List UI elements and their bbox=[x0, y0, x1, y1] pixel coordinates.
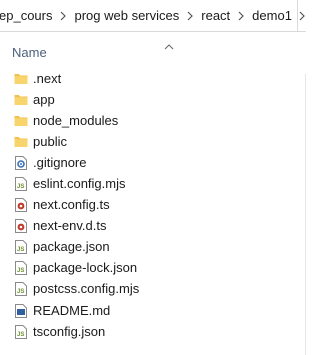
json-file-icon: JS bbox=[14, 324, 28, 339]
file-explorer-window: ep_cours prog web services react demo1 N… bbox=[0, 0, 306, 355]
file-row[interactable]: .gitignore bbox=[0, 152, 306, 173]
file-name: tsconfig.json bbox=[33, 323, 106, 339]
breadcrumb-item[interactable]: prog web services bbox=[72, 8, 181, 23]
folder-icon bbox=[14, 114, 28, 128]
file-row[interactable]: JS eslint.config.mjs bbox=[0, 173, 306, 194]
file-row[interactable]: app bbox=[0, 89, 306, 110]
file-name: eslint.config.mjs bbox=[33, 176, 126, 192]
file-name: next.config.ts bbox=[33, 197, 110, 213]
json-file-icon: JS bbox=[14, 240, 28, 255]
svg-text:JS: JS bbox=[17, 332, 24, 338]
file-row[interactable]: next.config.ts bbox=[0, 195, 306, 216]
ts-file-icon bbox=[14, 219, 28, 234]
file-row[interactable]: JS postcss.config.mjs bbox=[0, 279, 306, 300]
file-name: README.md bbox=[33, 302, 111, 318]
file-name: .next bbox=[33, 70, 62, 86]
file-name: public bbox=[33, 133, 67, 149]
file-row[interactable]: JS tsconfig.json bbox=[0, 321, 306, 342]
pane-divider bbox=[305, 74, 306, 355]
file-name: node_modules bbox=[33, 112, 119, 128]
address-bar-divider bbox=[297, 0, 306, 31]
file-row[interactable]: JS package.json bbox=[0, 237, 306, 258]
folder-icon bbox=[14, 72, 28, 86]
gear-file-icon bbox=[14, 155, 28, 170]
file-row[interactable]: JS package-lock.json bbox=[0, 258, 306, 279]
js-file-icon: JS bbox=[14, 177, 28, 192]
file-name: postcss.config.mjs bbox=[33, 281, 140, 297]
name-column-header[interactable]: Name bbox=[12, 45, 47, 60]
svg-text:JS: JS bbox=[17, 247, 24, 253]
file-list: .next app node_modulespublic .gitignore JS es… bbox=[0, 68, 306, 342]
breadcrumb-item[interactable]: ep_cours bbox=[0, 8, 54, 23]
markdown-file-icon bbox=[14, 303, 28, 318]
breadcrumb-item[interactable]: react bbox=[199, 8, 232, 23]
file-row[interactable]: .next bbox=[0, 68, 306, 89]
svg-text:JS: JS bbox=[17, 268, 24, 274]
file-name: .gitignore bbox=[33, 154, 87, 170]
file-name: app bbox=[33, 91, 55, 107]
file-row[interactable]: node_modules bbox=[0, 110, 306, 131]
breadcrumb-item[interactable]: demo1 bbox=[250, 8, 294, 23]
svg-text:JS: JS bbox=[17, 289, 24, 295]
file-name: package.json bbox=[33, 239, 110, 255]
file-row[interactable]: public bbox=[0, 131, 306, 152]
chevron-right-icon[interactable] bbox=[181, 9, 199, 23]
svg-text:JS: JS bbox=[17, 184, 24, 190]
ts-file-icon bbox=[14, 198, 28, 213]
json-file-icon: JS bbox=[14, 261, 28, 276]
sort-ascending-icon bbox=[164, 37, 174, 55]
file-row[interactable]: next-env.d.ts bbox=[0, 216, 306, 237]
address-bar[interactable]: ep_cours prog web services react demo1 bbox=[0, 0, 306, 32]
chevron-right-icon[interactable] bbox=[232, 9, 250, 23]
folder-icon bbox=[14, 135, 28, 149]
folder-icon bbox=[14, 93, 28, 107]
file-name: next-env.d.ts bbox=[33, 218, 107, 234]
chevron-right-icon[interactable] bbox=[54, 9, 72, 23]
file-name: package-lock.json bbox=[33, 260, 138, 276]
breadcrumb: ep_cours prog web services react demo1 bbox=[0, 8, 306, 23]
file-row[interactable]: README.md bbox=[0, 300, 306, 321]
js-file-icon: JS bbox=[14, 282, 28, 297]
